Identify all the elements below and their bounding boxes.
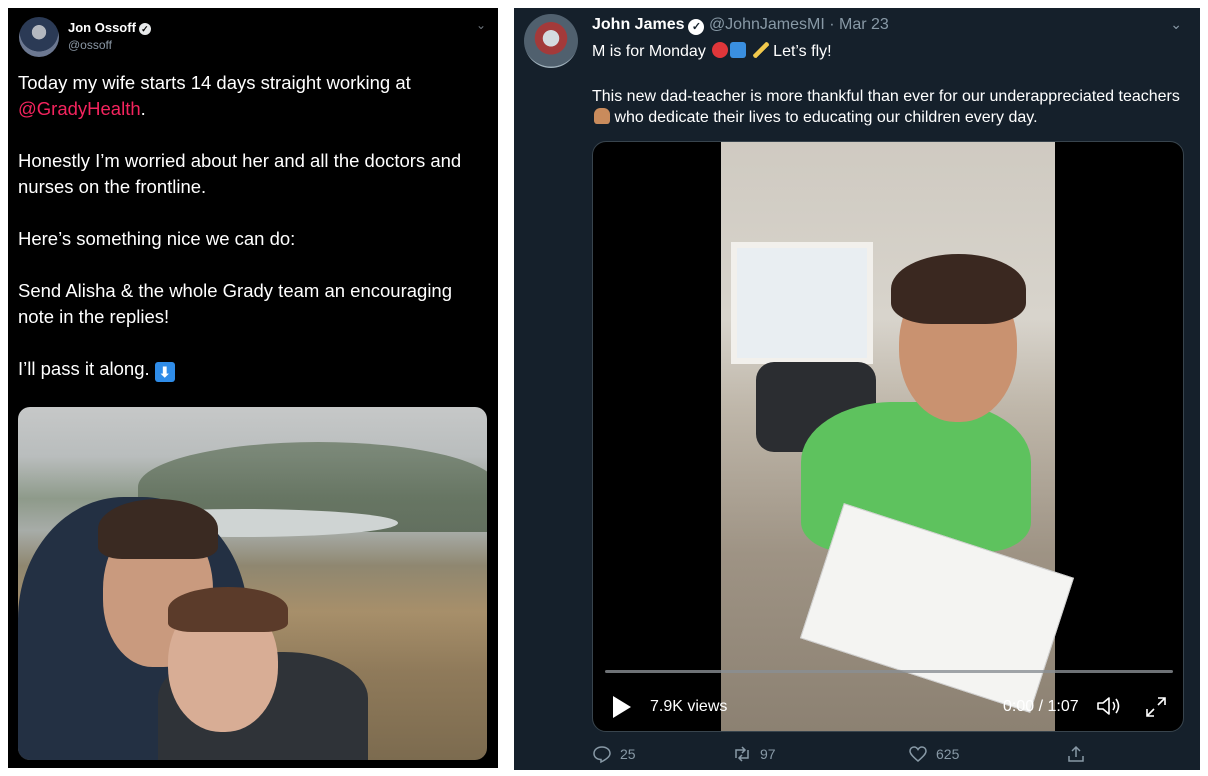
like-count: 625 [936, 746, 960, 762]
author-handle[interactable]: @ossoff [68, 38, 112, 52]
share-icon [1068, 745, 1084, 762]
author-name[interactable]: John James [592, 16, 684, 33]
author-name[interactable]: Jon Ossoff ✓ [68, 20, 151, 35]
paragraph-3: Here’s something nice we can do: [18, 228, 296, 249]
video-child-hair [891, 254, 1026, 324]
author-handle[interactable]: @JohnJamesMI [709, 16, 825, 33]
verified-icon: ✓ [138, 23, 151, 35]
avatar[interactable] [524, 14, 578, 68]
video-window [731, 242, 873, 364]
right-tweet: John James ✓ @JohnJamesMI · Mar 23 ⌄ M is… [514, 8, 1200, 770]
reply-count: 25 [620, 746, 636, 762]
book-emoji-icon [730, 42, 747, 58]
video-progress-bar[interactable] [605, 670, 1173, 673]
left-tweet: Jon Ossoff ✓ @ossoff ⌄ Today my wife star… [8, 8, 498, 768]
avatar[interactable] [19, 17, 59, 57]
photo-person-man-hair [98, 499, 218, 559]
paragraph-5-text: I’ll pass it along. [18, 358, 150, 379]
paragraph-4: Send Alisha & the whole Grady team an en… [18, 280, 453, 327]
apple-emoji-icon [712, 42, 729, 58]
pencil-emoji-icon [752, 42, 769, 58]
author-name-text[interactable]: Jon Ossoff [68, 20, 136, 35]
share-button[interactable] [1066, 744, 1086, 764]
chevron-down-icon[interactable]: ⌄ [476, 18, 486, 32]
reply-button[interactable]: 25 [592, 744, 636, 764]
video-views: 7.9K views [650, 698, 728, 715]
tweet-header: John James ✓ @JohnJamesMI · Mar 23 [592, 16, 889, 35]
paragraph-2: Honestly I’m worried about her and all t… [18, 150, 462, 197]
body-start: This new dad-teacher is more thankful th… [592, 88, 1180, 105]
mention-link[interactable]: @GradyHealth [18, 98, 141, 119]
fullscreen-icon[interactable] [1144, 695, 1168, 719]
separator: · [829, 16, 835, 33]
tweet-actions: 25 97 625 [592, 744, 1192, 766]
heart-icon [909, 746, 927, 762]
retweet-count: 97 [760, 746, 776, 762]
volume-icon[interactable] [1096, 695, 1126, 717]
line1-end: Let’s fly! [773, 43, 832, 60]
video-worksheet [799, 503, 1075, 713]
play-icon[interactable] [613, 696, 631, 718]
chevron-down-icon[interactable]: ⌄ [1170, 16, 1182, 33]
like-button[interactable]: 625 [908, 744, 959, 764]
body-end: who dedicate their lives to educating ou… [614, 109, 1038, 126]
video-frame [721, 142, 1075, 731]
tweet-line-1: M is for Monday Let’s fly! [592, 42, 832, 61]
retweet-icon [735, 746, 749, 762]
video-time: 0:00 / 1:07 [1003, 698, 1079, 715]
tweet-text: Today my wife starts 14 days straight wo… [18, 70, 488, 408]
retweet-button[interactable]: 97 [732, 744, 776, 764]
tweet-photo[interactable] [18, 407, 487, 760]
tweet-text: This new dad-teacher is more thankful th… [592, 86, 1182, 128]
tweet-date[interactable]: Mar 23 [839, 16, 889, 33]
line1-text: M is for Monday [592, 43, 706, 60]
paragraph-5: I’ll pass it along. ⬇ [18, 356, 488, 382]
line1-end: . [140, 98, 146, 119]
photo-person-woman-hair [168, 587, 288, 632]
video-player[interactable]: 7.9K views 0:00 / 1:07 [592, 141, 1184, 732]
reply-icon [593, 746, 611, 764]
verified-icon: ✓ [688, 19, 705, 35]
paragraph-1: Today my wife starts 14 days straight wo… [18, 70, 488, 122]
down-arrow-emoji-icon: ⬇ [154, 362, 175, 382]
praying-hands-emoji-icon [594, 108, 610, 124]
line1-text: Today my wife starts 14 days straight wo… [18, 72, 411, 93]
